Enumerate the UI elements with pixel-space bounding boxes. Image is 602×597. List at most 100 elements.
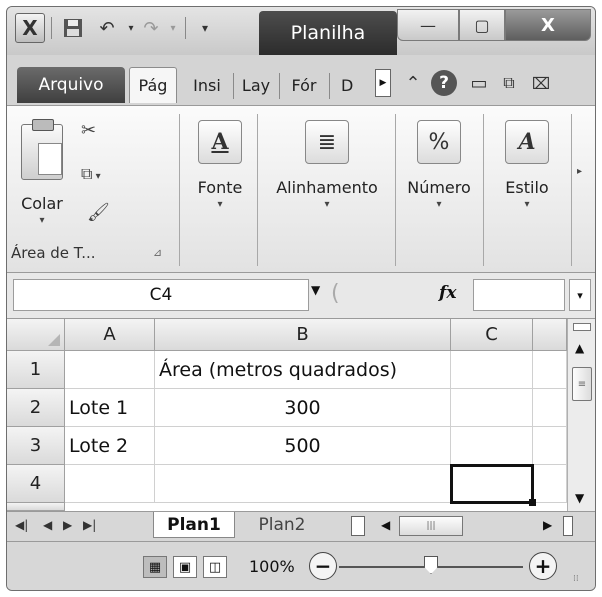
vertical-scroll-thumb[interactable]: ≡: [572, 367, 592, 401]
minimize-button[interactable]: —: [397, 9, 459, 41]
insert-function-icon[interactable]: fx: [439, 283, 456, 303]
close-button[interactable]: X: [505, 9, 591, 41]
customize-qat-icon[interactable]: ▾: [191, 14, 219, 42]
help-icon[interactable]: ?: [431, 70, 457, 96]
cell-c3[interactable]: [451, 427, 533, 465]
sheet-tab-plan2[interactable]: Plan2: [241, 512, 323, 538]
cut-icon[interactable]: ✂: [81, 120, 96, 141]
chevron-down-icon: ▾: [436, 199, 442, 210]
expand-formula-bar-icon[interactable]: ▾: [569, 279, 591, 311]
active-cell-selection[interactable]: [450, 464, 534, 504]
tab-inserir[interactable]: Insi: [183, 67, 231, 103]
cell-c2[interactable]: [451, 389, 533, 427]
tab-layout[interactable]: Lay: [235, 67, 277, 103]
zoom-level[interactable]: 100%: [249, 557, 295, 576]
tab-dados[interactable]: D: [333, 67, 373, 103]
ribbon: Colar ▾ ✂ ⧉ ▾ 🖌 Área de T... ⊿ A Fonte ▾…: [7, 105, 595, 273]
cell-d4[interactable]: [533, 465, 567, 503]
cell-d1[interactable]: [533, 351, 567, 389]
dialog-launcher-icon[interactable]: ⊿: [153, 246, 162, 259]
cell-b4[interactable]: [155, 465, 451, 503]
cell-b3[interactable]: 500: [155, 427, 451, 465]
format-painter-icon[interactable]: 🖌: [87, 202, 110, 223]
redo-dropdown-icon[interactable]: ▾: [159, 14, 187, 42]
copy-icon[interactable]: ⧉ ▾: [81, 164, 101, 184]
insert-sheet-icon[interactable]: [351, 516, 365, 536]
tab-formulas[interactable]: Fór: [281, 67, 327, 103]
minimize-ribbon-icon[interactable]: ⌃: [399, 69, 427, 97]
sheet-tab-bar: ◀| ◀ ▶ ▶| Plan1 Plan2 ◀ ||| ▶: [7, 511, 595, 541]
row-header[interactable]: 1: [7, 351, 65, 389]
number-label: Número: [407, 178, 471, 197]
zoom-in-icon[interactable]: +: [529, 552, 557, 580]
style-button[interactable]: A Estilo ▾: [487, 120, 567, 210]
divider: [257, 114, 258, 266]
split-box-icon[interactable]: [563, 516, 573, 536]
clipboard-caption: Área de T...: [11, 244, 96, 262]
font-button[interactable]: A Fonte ▾: [185, 120, 255, 210]
scroll-right-icon[interactable]: ▶: [543, 518, 552, 532]
horizontal-scroll-thumb[interactable]: |||: [399, 516, 463, 536]
workbook-restore-icon[interactable]: ⧉: [495, 69, 523, 97]
tab-arquivo[interactable]: Arquivo: [17, 67, 125, 103]
excel-app-icon[interactable]: X: [15, 13, 45, 43]
column-header-c[interactable]: C: [451, 319, 533, 351]
next-sheet-icon[interactable]: ▶: [63, 518, 72, 532]
page-break-view-icon[interactable]: ◫: [203, 556, 227, 578]
vertical-scrollbar[interactable]: ▲ ≡ ▼: [567, 319, 595, 511]
tab-scroll-right-icon[interactable]: ▶: [375, 69, 391, 97]
worksheet-grid: A B C 1 2 3 4 Área (metros quadrados) Lo…: [7, 319, 567, 511]
divider: [483, 114, 484, 266]
align-center-icon: ≣: [305, 120, 349, 164]
last-sheet-icon[interactable]: ▶|: [83, 518, 96, 532]
normal-view-icon[interactable]: ▦: [143, 556, 167, 578]
row-header: [7, 503, 65, 511]
column-header-d[interactable]: [533, 319, 567, 351]
cell-b1[interactable]: Área (metros quadrados): [155, 351, 451, 389]
save-icon[interactable]: [59, 14, 87, 42]
row-header[interactable]: 3: [7, 427, 65, 465]
cell-a2[interactable]: Lote 1: [65, 389, 155, 427]
font-label: Fonte: [197, 178, 243, 197]
resize-grip-icon[interactable]: ⁞⁞: [573, 574, 579, 584]
formula-input[interactable]: [473, 279, 565, 311]
divider: [329, 73, 330, 99]
chevron-down-icon[interactable]: ▼: [311, 283, 320, 297]
zoom-out-icon[interactable]: −: [309, 552, 337, 580]
sheet-tab-plan1[interactable]: Plan1: [153, 512, 235, 538]
maximize-button[interactable]: ▢: [459, 9, 505, 41]
row-header[interactable]: 4: [7, 465, 65, 503]
scroll-down-icon[interactable]: ▼: [575, 491, 584, 505]
row-header[interactable]: 2: [7, 389, 65, 427]
fill-handle[interactable]: [529, 499, 536, 506]
page-layout-view-icon[interactable]: ▣: [173, 556, 197, 578]
name-box[interactable]: C4: [13, 279, 309, 311]
number-button[interactable]: % Número ▾: [399, 120, 479, 210]
split-box-icon[interactable]: [573, 323, 591, 331]
select-all-corner[interactable]: [7, 319, 65, 351]
workbook-close-icon[interactable]: ⌧: [527, 69, 555, 97]
clipboard-group: Colar ▾ ✂ ⧉ ▾ 🖌 Área de T... ⊿: [7, 110, 179, 268]
cell-a3[interactable]: Lote 2: [65, 427, 155, 465]
scroll-up-icon[interactable]: ▲: [575, 341, 584, 355]
cell-c1[interactable]: [451, 351, 533, 389]
divider: [179, 114, 180, 266]
cell-d3[interactable]: [533, 427, 567, 465]
cell-a4[interactable]: [65, 465, 155, 503]
tab-pagina-inicial[interactable]: Pág: [129, 67, 177, 103]
cell-a1[interactable]: [65, 351, 155, 389]
formula-bar-handle-icon: (: [331, 281, 340, 306]
cell-b2[interactable]: 300: [155, 389, 451, 427]
workbook-minimize-icon[interactable]: ▭: [465, 69, 493, 97]
ribbon-scroll-right-icon[interactable]: ▸: [577, 166, 582, 177]
cell-d2[interactable]: [533, 389, 567, 427]
alignment-button[interactable]: ≣ Alinhamento ▾: [261, 120, 393, 210]
percent-icon: %: [417, 120, 461, 164]
zoom-slider-thumb[interactable]: [424, 556, 438, 574]
first-sheet-icon[interactable]: ◀|: [15, 518, 28, 532]
paste-button[interactable]: Colar ▾: [21, 119, 63, 226]
column-header-a[interactable]: A: [65, 319, 155, 351]
prev-sheet-icon[interactable]: ◀: [43, 518, 52, 532]
column-header-b[interactable]: B: [155, 319, 451, 351]
scroll-left-icon[interactable]: ◀: [381, 518, 390, 532]
